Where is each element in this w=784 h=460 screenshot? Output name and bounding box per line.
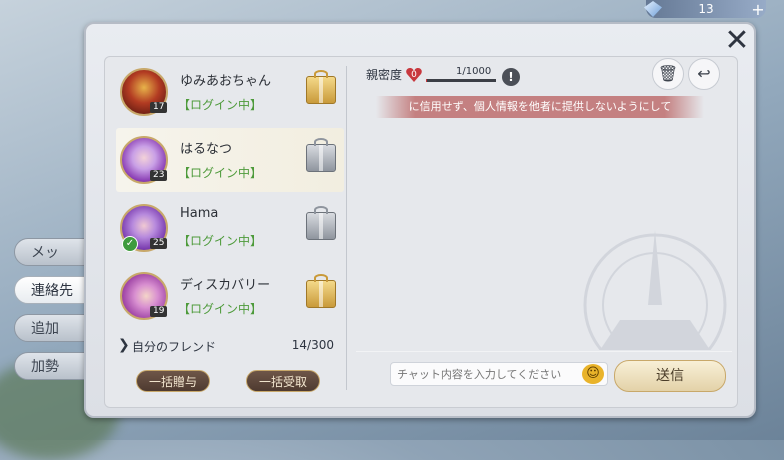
friend-status: 【ログイン中】 [178, 302, 263, 316]
send-button[interactable]: 送信 [614, 360, 726, 392]
gift-icon[interactable] [306, 70, 336, 104]
my-friends-label: 自分のフレンド [132, 340, 217, 354]
friend-row[interactable]: 23 はるなつ 【ログイン中】 [116, 128, 344, 192]
gift-icon[interactable] [306, 138, 336, 172]
level-badge: 25 [150, 238, 168, 249]
friend-row[interactable]: 17 ゆみあおちゃん 【ログイン中】 [116, 60, 344, 124]
tab-label: 連絡先 [31, 283, 73, 299]
friend-row[interactable]: 19 ディスカバリー 【ログイン中】 [116, 264, 344, 328]
crest-watermark [583, 230, 727, 350]
friend-name: ディスカバリー [180, 278, 271, 293]
gift-icon[interactable] [306, 274, 336, 308]
tab-label: 加勢 [31, 359, 59, 375]
close-button[interactable]: ✕ [720, 26, 754, 56]
tab-label: 追加 [31, 321, 59, 337]
trash-icon: 🗑 [657, 64, 679, 83]
warning-banner: に信用せず、個人情報を他者に提供しないようにして [376, 96, 704, 118]
chevron-right-icon: ❯ [118, 337, 130, 353]
receive-all-button[interactable]: 一括受取 [246, 370, 320, 392]
friend-name: Hama [180, 206, 219, 221]
back-button[interactable]: ↩ [688, 58, 720, 90]
side-tabs: メッ 連絡先 追加 加勢 [14, 238, 90, 390]
friend-name: はるなつ [180, 142, 233, 157]
gift-icon[interactable] [306, 206, 336, 240]
currency-amount: 13 [698, 2, 714, 16]
tab-messages[interactable]: メッ [14, 238, 90, 266]
tab-add[interactable]: 追加 [14, 314, 90, 342]
tab-assist[interactable]: 加勢 [14, 352, 90, 380]
tab-label: メッ [31, 245, 59, 261]
gift-all-button[interactable]: 一括贈与 [136, 370, 210, 392]
friend-count: 14/300 [291, 338, 334, 352]
tab-contacts[interactable]: 連絡先 [14, 276, 90, 304]
friend-name: ゆみあおちゃん [180, 74, 272, 89]
delete-button[interactable]: 🗑 [652, 58, 684, 90]
info-icon[interactable]: ! [502, 68, 520, 86]
intimacy-bar [426, 79, 496, 82]
intimacy-level: 0 [411, 70, 417, 80]
chat-input[interactable] [390, 362, 608, 386]
intimacy-value: 1/1000 [456, 66, 492, 77]
chat-separator [356, 351, 732, 352]
friend-row[interactable]: ✓ 25 Hama 【ログイン中】 [116, 196, 344, 260]
intimacy-bar-fill [426, 79, 428, 82]
emoji-button[interactable]: ☺ [582, 364, 604, 384]
level-badge: 23 [150, 170, 168, 181]
friend-status: 【ログイン中】 [178, 166, 263, 180]
intimacy-label: 親密度 [366, 68, 403, 82]
currency-bar: 13 + [644, 0, 766, 19]
friend-list: 17 ゆみあおちゃん 【ログイン中】 23 はるなつ 【ログイン中】 ✓ 25 … [116, 60, 344, 332]
level-badge: 17 [150, 102, 168, 113]
return-icon: ↩ [697, 64, 711, 83]
add-currency-button[interactable]: + [750, 0, 766, 19]
divider [346, 66, 347, 390]
friend-status: 【ログイン中】 [178, 234, 263, 248]
level-badge: 19 [150, 306, 168, 317]
friend-status: 【ログイン中】 [178, 98, 263, 112]
check-icon: ✓ [122, 236, 138, 252]
